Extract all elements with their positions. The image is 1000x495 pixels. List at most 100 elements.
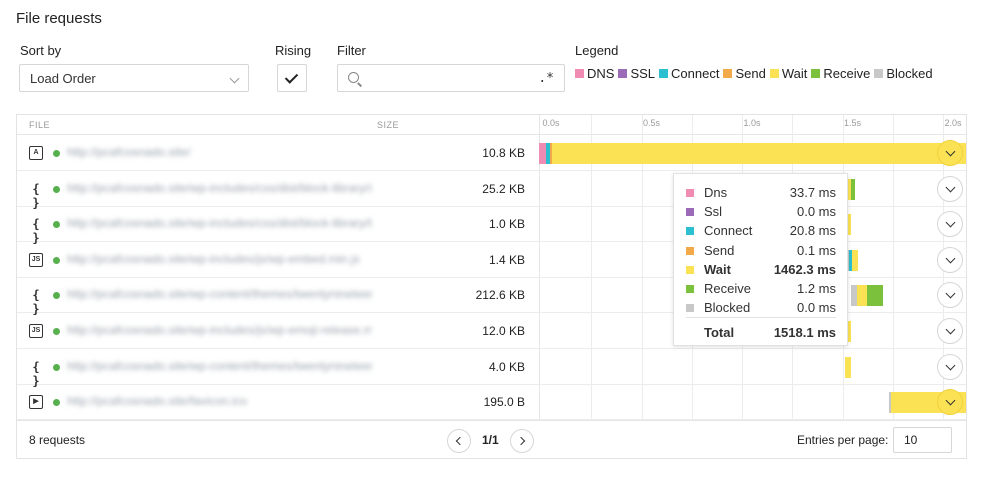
legend-label: Blocked (886, 66, 933, 81)
tooltip-value: 0.0 ms (796, 300, 836, 316)
tooltip-total: Total 1518.1 ms (686, 325, 836, 344)
chevron-left-icon (455, 436, 465, 446)
file-url: http://pcafcosnado.site/wp-content/theme… (67, 358, 372, 373)
status-dot (53, 328, 60, 335)
page-indicator: 1/1 (482, 433, 499, 447)
legend-swatch (659, 69, 669, 78)
chevron-down-icon (945, 217, 956, 228)
css-braces-icon: { } (32, 288, 40, 317)
legend-swatch (575, 69, 584, 78)
timing-bar-dns[interactable] (539, 143, 546, 164)
expand-row-button[interactable] (937, 389, 963, 416)
request-count: 8 requests (29, 433, 86, 447)
tooltip-swatch (686, 189, 694, 197)
legend-swatch (723, 69, 733, 78)
expand-row-button[interactable] (937, 140, 963, 166)
legend-swatch (618, 69, 628, 78)
chevron-down-icon (945, 324, 956, 335)
file-url: http://pcafcosnado.site/ (67, 145, 191, 159)
tooltip-row-receive: Receive 1.2 ms (686, 281, 836, 300)
timing-bar-wait[interactable] (844, 356, 851, 378)
tooltip-swatch (686, 285, 694, 293)
js-file-icon: JS (29, 324, 43, 338)
tooltip-total-value: 1518.1 ms (773, 325, 836, 340)
legend-item-send: Send (723, 66, 766, 81)
timing-bar-receive[interactable] (850, 178, 855, 200)
rising-checkbox[interactable] (277, 64, 307, 92)
chevron-down-icon (945, 146, 956, 157)
file-url: http://pcafcosnado.site/wp-includes/js/w… (67, 323, 372, 337)
axis-tick-label: 0.0s (542, 118, 560, 128)
tooltip-swatch (686, 265, 694, 274)
tooltip-total-label: Total (704, 325, 735, 340)
column-size: SIZE (377, 120, 400, 130)
sort-value: Load Order (30, 71, 96, 86)
timing-bar-receive[interactable] (866, 285, 883, 307)
file-url: http://pcafcosnado.site/wp-includes/css/… (67, 180, 372, 195)
file-size: 25.2 KB (482, 181, 525, 196)
timing-bar-wait[interactable] (856, 285, 867, 307)
expand-row-button[interactable] (937, 211, 963, 238)
file-size: 12.0 KB (482, 324, 525, 338)
file-url: http://pcafcosnado.site/wp-includes/js/w… (67, 251, 360, 266)
file-size: 212.6 KB (475, 288, 525, 303)
legend-item-receive: Receive (811, 66, 870, 81)
legend-item-dns: DNS (575, 66, 614, 81)
table-row[interactable]: ▶ http://pcafcosnado.site/favicon.ico 195.… (17, 384, 966, 421)
table-row[interactable]: Ahttp://pcafcosnado.site/10.8 KB (17, 135, 966, 171)
tooltip-value: 1.2 ms (796, 281, 836, 296)
document-icon: A (29, 146, 43, 160)
tooltip-label: Send (704, 242, 735, 258)
chevron-down-icon (229, 73, 240, 84)
tooltip-row-ssl: Ssl 0.0 ms (686, 204, 836, 223)
table-header: FILE SIZE 0.0s 0.5s 1.0s 1.5s 2.0s (17, 115, 966, 135)
legend-item-blocked: Blocked (874, 66, 933, 81)
timing-tooltip: Dns 33.7 ms Ssl 0.0 ms Connect 20.8 ms Send 0.1… (673, 173, 848, 346)
expand-row-button[interactable] (937, 246, 963, 273)
expand-row-button[interactable] (937, 175, 963, 202)
filter-input[interactable] (368, 68, 538, 88)
tooltip-value: 1462.3 ms (773, 261, 836, 277)
legend-label: Connect (671, 66, 720, 81)
file-size: 1.4 KB (488, 252, 525, 267)
filter-label: Filter (337, 43, 366, 58)
regex-toggle[interactable]: .* (538, 71, 554, 86)
sort-select[interactable]: Load Order (19, 64, 249, 92)
legend-item-ssl: SSL (618, 66, 655, 81)
previous-page-button[interactable] (447, 429, 471, 453)
entries-per-page-input[interactable]: 10 (893, 427, 952, 453)
css-braces-icon: { } (32, 217, 40, 246)
status-dot (53, 221, 60, 229)
expand-row-button[interactable] (937, 353, 963, 380)
legend-label: SSL (630, 66, 656, 81)
entries-per-page-label: Entries per page: (797, 433, 889, 447)
tooltip-label: Ssl (704, 204, 723, 220)
tooltip-value: 0.1 ms (796, 242, 836, 258)
table-row[interactable]: { } http://pcafcosnado.site/wp-content/th… (17, 349, 966, 388)
tooltip-divider (686, 317, 836, 318)
chevron-down-icon (945, 288, 956, 299)
chevron-down-icon (945, 253, 956, 264)
chevron-down-icon (945, 395, 956, 406)
timing-bar-wait[interactable] (851, 249, 858, 271)
expand-row-button[interactable] (937, 318, 963, 344)
tooltip-label: Receive (704, 281, 751, 296)
media-icon: ▶ (29, 395, 43, 410)
checkmark-icon (284, 70, 299, 84)
sort-label: Sort by (20, 43, 62, 58)
status-dot (53, 292, 60, 300)
timing-bar-wait[interactable] (551, 143, 966, 164)
tooltip-label: Dns (704, 185, 728, 200)
tooltip-value: 0.0 ms (796, 204, 836, 220)
status-dot (53, 363, 60, 371)
next-page-button[interactable] (510, 429, 534, 453)
legend-label: Wait (781, 66, 808, 81)
expand-row-button[interactable] (937, 282, 963, 309)
tooltip-label: Connect (704, 223, 753, 239)
axis-tick-label: 0.5s (642, 118, 661, 128)
filter-field[interactable]: .* (337, 64, 565, 92)
status-dot (53, 150, 60, 157)
legend-label: Send (735, 66, 766, 81)
tooltip-swatch (686, 304, 694, 313)
tooltip-row-dns: Dns 33.7 ms (686, 185, 836, 204)
